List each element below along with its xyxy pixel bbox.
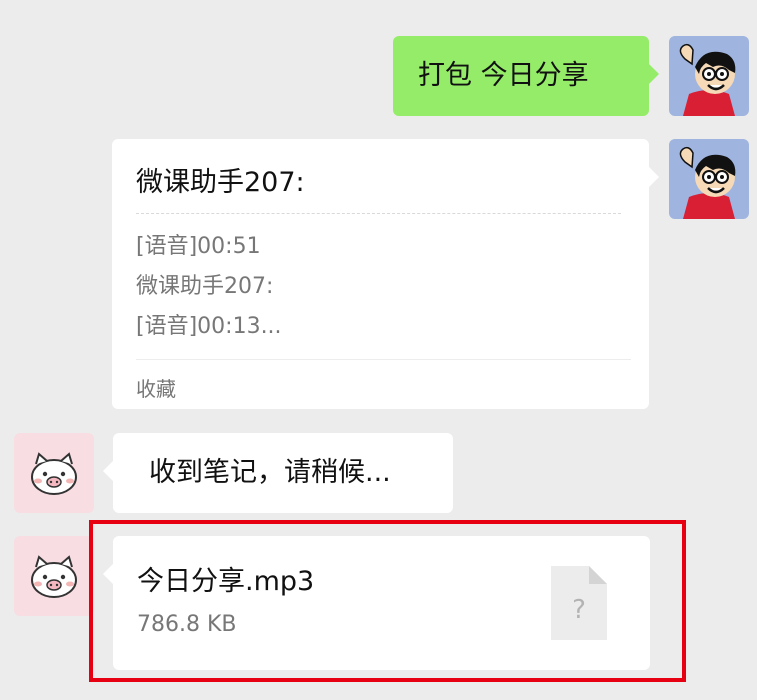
received-message-text: 收到笔记，请稍候... <box>149 457 391 488</box>
cartoon-boy-avatar-icon <box>669 36 749 116</box>
sent-message-text: 打包 今日分享 <box>418 60 589 91</box>
pig-avatar-icon <box>14 536 94 616</box>
bot-avatar-2[interactable] <box>14 536 94 616</box>
cartoon-boy-avatar-icon <box>669 139 749 219</box>
chat-record-line: [语音]00:13... <box>136 314 282 339</box>
chat-record-divider <box>136 213 621 214</box>
chat-record-card[interactable]: 微课助手207: [语音]00:51 微课助手207: [语音]00:13...… <box>112 139 659 409</box>
chat-record-footer-divider <box>136 359 631 360</box>
chat-record-line: 微课助手207: <box>136 274 274 299</box>
received-message-bubble[interactable]: 收到笔记，请稍候... <box>103 433 453 513</box>
sent-message-bubble[interactable]: 打包 今日分享 <box>393 36 659 116</box>
file-message-card[interactable]: 今日分享.mp3 786.8 KB ? <box>103 536 650 670</box>
file-size: 786.8 KB <box>137 612 237 637</box>
chat-record-line: [语音]00:51 <box>136 234 261 259</box>
chat-record-footer-label: 收藏 <box>136 377 176 401</box>
bot-avatar[interactable] <box>14 433 94 513</box>
user-avatar[interactable] <box>669 36 749 116</box>
user-avatar-2[interactable] <box>669 139 749 219</box>
file-unknown-icon: ? <box>551 566 607 640</box>
file-unknown-glyph: ? <box>572 595 586 625</box>
pig-avatar-icon <box>14 433 94 513</box>
chat-record-lines: [语音]00:51 微课助手207: [语音]00:13... <box>136 227 282 347</box>
chat-record-title: 微课助手207: <box>136 167 305 198</box>
file-name: 今日分享.mp3 <box>137 566 315 597</box>
